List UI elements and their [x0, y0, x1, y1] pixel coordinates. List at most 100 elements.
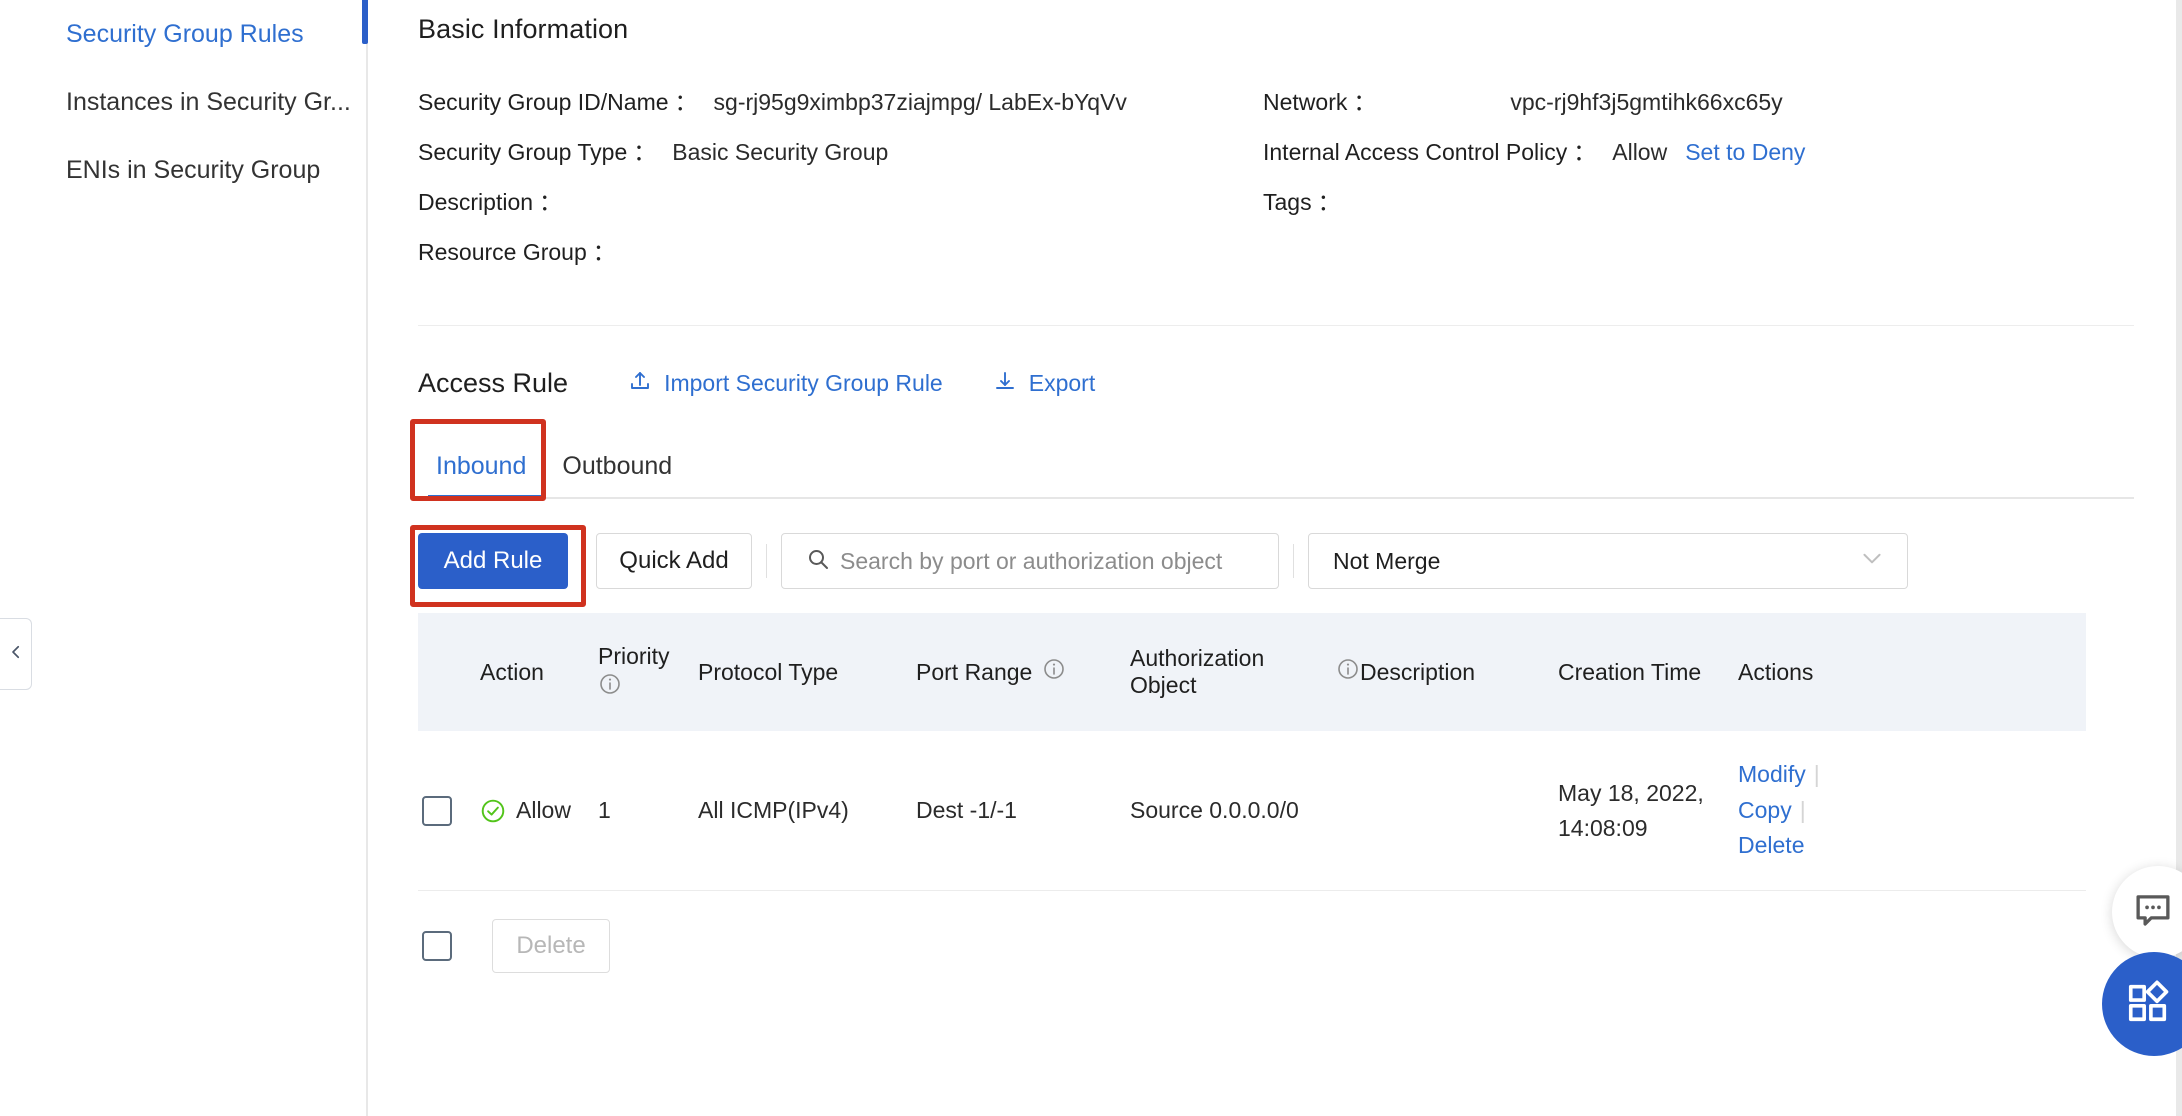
access-rules-table: Action Priority Protocol Type Port Range [418, 613, 2086, 973]
merge-mode-value: Not Merge [1333, 547, 1441, 574]
column-label: Priority [598, 642, 670, 669]
field-description: Description ： [418, 183, 1263, 233]
info-icon[interactable] [1042, 657, 1066, 687]
row-checkbox-cell [422, 795, 480, 826]
quick-add-button[interactable]: Quick Add [596, 533, 752, 589]
cell-authorization-object: Source 0.0.0.0/0 [1130, 797, 1299, 823]
field-security-group-type: Security Group Type ： Basic Security Gro… [418, 133, 1263, 183]
table-footer: Delete [418, 919, 2086, 973]
tab-inbound[interactable]: Inbound [418, 452, 544, 497]
column-label: Actions [1738, 658, 1814, 685]
column-header-creation-time: Creation Time [1558, 659, 1738, 686]
sidebar-item-label: ENIs in Security Group [66, 155, 321, 184]
row-checkbox[interactable] [422, 795, 452, 826]
column-label: Protocol Type [698, 658, 839, 685]
sidebar-item-enis-in-security-group[interactable]: ENIs in Security Group [0, 136, 366, 204]
column-header-authorization-object: Authorization Object [1130, 645, 1360, 699]
search-input[interactable] [840, 547, 1278, 575]
creation-time-clock: 14:08:09 [1558, 814, 1648, 841]
field-colon: ： [1573, 139, 1597, 165]
field-value: vpc-rj9hf3j5gmtihk66xc65y [1510, 89, 1783, 115]
column-label: Description [1360, 658, 1476, 685]
sidebar-item-instances-in-security-group[interactable]: Instances in Security Gr... [0, 68, 366, 136]
table-row: Allow 1 All ICMP(IPv4) Dest -1/-1 Source… [418, 731, 2086, 891]
export-label: Export [1028, 370, 1096, 396]
section-divider [418, 325, 2134, 326]
field-tags: Tags ： [1263, 183, 2134, 233]
column-header-description: Description [1360, 659, 1558, 686]
sidebar-item-security-group-rules[interactable]: Security Group Rules [0, 0, 368, 68]
copy-link[interactable]: Copy [1738, 797, 1792, 823]
import-security-group-rule-button[interactable]: Import Security Group Rule [628, 369, 943, 399]
info-icon[interactable] [1336, 657, 1360, 687]
field-spacer [1263, 233, 2134, 283]
delete-link[interactable]: Delete [1738, 832, 1804, 858]
column-label: Action [480, 658, 544, 685]
main-content: Basic Information Security Group ID/Name… [370, 0, 2182, 1116]
field-label: Tags [1263, 189, 1312, 215]
field-colon: ： [1353, 89, 1377, 115]
search-rules-box[interactable] [781, 533, 1279, 589]
column-header-actions: Actions [1738, 659, 1928, 686]
download-icon [993, 369, 1029, 399]
column-header-action: Action [480, 659, 598, 686]
field-colon: ： [1317, 189, 1341, 215]
cell-action: Allow [480, 797, 598, 824]
chevron-down-icon [1859, 545, 1885, 577]
action-separator: | [1799, 796, 1806, 823]
upload-icon [628, 369, 664, 399]
column-header-priority: Priority [598, 641, 698, 704]
column-label: Creation Time [1558, 658, 1702, 685]
table-header-row: Action Priority Protocol Type Port Range [418, 613, 2086, 731]
apps-grid-icon [2128, 979, 2171, 1030]
info-icon[interactable] [598, 672, 622, 703]
field-internal-access-control-policy: Internal Access Control Policy ： Allow S… [1263, 133, 2134, 183]
field-label: Description [418, 189, 534, 215]
add-rule-highlight-wrapper: Add Rule [410, 525, 586, 607]
access-rule-header: Access Rule Import Security Group Rule E… [418, 368, 2134, 399]
field-label: Internal Access Control Policy [1263, 139, 1568, 165]
sidebar-item-label: Security Group Rules [66, 19, 304, 48]
tab-label: Outbound [562, 452, 673, 480]
creation-time-date: May 18, 2022, [1558, 780, 1704, 807]
field-colon: ： [633, 139, 657, 165]
direction-tabs: Inbound Outbound [410, 419, 2134, 501]
cell-actions: Modify | Copy | Delete [1738, 757, 1928, 864]
export-button[interactable]: Export [993, 369, 1095, 399]
toolbar-divider-2 [1293, 544, 1294, 578]
field-colon: ： [592, 239, 616, 265]
field-label: Network [1263, 89, 1348, 115]
tab-outbound[interactable]: Outbound [544, 452, 690, 497]
batch-delete-button[interactable]: Delete [492, 919, 610, 973]
column-label: Authorization Object [1130, 645, 1265, 698]
check-circle-icon [480, 798, 506, 824]
column-header-port-range: Port Range [916, 657, 1130, 687]
cell-creation-time: May 18, 2022, 14:08:09 [1558, 776, 1738, 844]
add-rule-button[interactable]: Add Rule [418, 533, 568, 589]
field-value: Allow [1612, 139, 1668, 165]
sidebar-collapse-button[interactable] [0, 618, 32, 690]
search-icon [782, 547, 840, 576]
column-header-protocol-type: Protocol Type [698, 659, 916, 686]
field-security-group-id-name: Security Group ID/Name ： sg-rj95g9ximbp3… [418, 83, 1263, 133]
merge-mode-select[interactable]: Not Merge [1308, 533, 1908, 589]
action-value: Allow [516, 797, 571, 823]
modify-link[interactable]: Modify [1738, 761, 1806, 787]
field-resource-group: Resource Group ： [418, 233, 1263, 283]
field-label: Security Group ID/Name [418, 89, 669, 115]
sidebar-item-label: Instances in Security Gr... [66, 87, 351, 116]
field-label: Security Group Type [418, 139, 628, 165]
set-to-deny-link[interactable]: Set to Deny [1685, 139, 1805, 166]
select-all-checkbox[interactable] [422, 931, 452, 961]
toolbar-divider-1 [766, 544, 767, 578]
basic-information-title: Basic Information [418, 14, 629, 44]
chevron-left-icon [7, 643, 25, 666]
field-colon: ： [539, 189, 563, 215]
field-network: Network ： vpc-rj9hf3j5gmtihk66xc65y [1263, 83, 2134, 133]
cell-protocol-type: All ICMP(IPv4) [698, 797, 849, 823]
import-label: Import Security Group Rule [664, 370, 943, 396]
left-sidebar: Security Group Rules Instances in Securi… [0, 0, 368, 1116]
cell-priority: 1 [598, 797, 611, 823]
tab-label: Inbound [436, 452, 527, 480]
field-colon: ： [674, 89, 698, 115]
